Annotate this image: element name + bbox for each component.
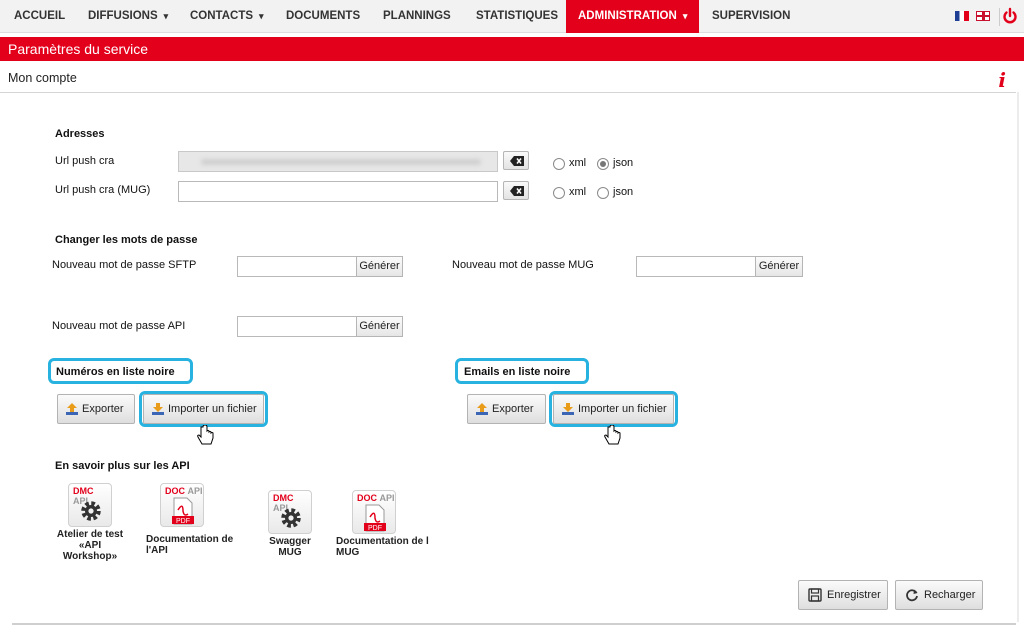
language-switcher bbox=[952, 11, 990, 22]
nav-diffusions[interactable]: DIFFUSIONS ▾ bbox=[88, 0, 168, 33]
page-title: Mon compte bbox=[8, 71, 77, 85]
mug-password-input[interactable] bbox=[636, 256, 756, 277]
redacted-value bbox=[201, 159, 481, 165]
upload-icon bbox=[66, 403, 78, 415]
format-xml-radio[interactable] bbox=[553, 187, 565, 199]
chevron-down-icon: ▾ bbox=[259, 11, 264, 21]
english-flag-icon[interactable] bbox=[976, 11, 990, 21]
api-tile-caption: Documentation de l'API bbox=[140, 534, 240, 556]
caption-line: Workshop» bbox=[62, 551, 118, 562]
mug-doc-tile[interactable]: DOC API PDF bbox=[352, 490, 396, 534]
pdf-badge: PDF bbox=[368, 525, 382, 532]
caption-line: MUG bbox=[336, 547, 360, 558]
download-icon bbox=[152, 403, 164, 415]
import-numbers-button[interactable]: Importer un fichier bbox=[143, 394, 264, 424]
footer-divider bbox=[12, 623, 1016, 625]
format-json-radio[interactable] bbox=[597, 158, 609, 170]
api-doc-tile[interactable]: DOC API PDF bbox=[160, 483, 204, 527]
top-navigation: ACCUEIL DIFFUSIONS ▾ CONTACTS ▾ DOCUMENTS … bbox=[0, 0, 1024, 33]
tile-tag: DOC bbox=[165, 486, 185, 496]
backspace-icon bbox=[510, 186, 524, 196]
section-title-bar: Paramètres du service bbox=[0, 37, 1024, 61]
api-heading: En savoir plus sur les API bbox=[55, 460, 190, 472]
format-xml-radio[interactable] bbox=[553, 158, 565, 170]
chevron-down-icon: ▾ bbox=[163, 11, 169, 21]
tile-tag: DMC bbox=[273, 493, 294, 503]
nav-divider bbox=[999, 8, 1000, 26]
pdf-icon: PDF bbox=[172, 497, 194, 525]
sftp-password-input[interactable] bbox=[237, 256, 357, 277]
api-tile-caption: Atelier de test «API Workshop» bbox=[50, 529, 130, 562]
api-tile-caption: Documentation de l MUG bbox=[330, 536, 440, 558]
caption-line: Documentation de l bbox=[336, 536, 429, 547]
generate-sftp-button[interactable]: Générer bbox=[356, 256, 403, 277]
french-flag-icon[interactable] bbox=[954, 11, 969, 21]
swagger-mug-tile[interactable]: DMC API bbox=[268, 490, 312, 534]
nav-supervision[interactable]: SUPERVISION bbox=[712, 0, 790, 33]
save-button[interactable]: Enregistrer bbox=[798, 580, 888, 610]
url-push-cra-input[interactable] bbox=[178, 151, 498, 172]
passwords-heading: Changer les mots de passe bbox=[55, 234, 198, 246]
tile-tag: API bbox=[187, 486, 203, 496]
url-push-cra-mug-input[interactable] bbox=[178, 181, 498, 202]
api-workshop-tile[interactable]: DMC API bbox=[68, 483, 112, 527]
info-icon[interactable]: i bbox=[998, 68, 1006, 92]
tile-tag: DMC bbox=[73, 486, 94, 496]
download-icon bbox=[562, 403, 574, 415]
upload-icon bbox=[476, 403, 488, 415]
caption-line: l'API bbox=[146, 545, 168, 556]
nav-administration[interactable]: ADMINISTRATION ▾ bbox=[566, 0, 700, 33]
gear-icon bbox=[281, 508, 301, 528]
nav-plannings[interactable]: PLANNINGS bbox=[383, 0, 451, 33]
nav-documents[interactable]: DOCUMENTS bbox=[286, 0, 360, 33]
sftp-password-label: Nouveau mot de passe SFTP bbox=[52, 259, 197, 271]
caption-line: Documentation de bbox=[146, 534, 234, 545]
caption-line: MUG bbox=[278, 547, 302, 558]
caption-line: «API bbox=[78, 540, 102, 551]
scroll-gutter bbox=[1017, 92, 1019, 622]
format-json-label: json bbox=[613, 157, 634, 169]
pdf-icon: PDF bbox=[364, 504, 386, 532]
gear-icon bbox=[81, 501, 101, 521]
chevron-down-icon: ▾ bbox=[682, 11, 688, 21]
blacklist-emails-heading: Emails en liste noire bbox=[464, 366, 571, 378]
export-numbers-button[interactable]: Exporter bbox=[57, 394, 135, 424]
addresses-heading: Adresses bbox=[55, 128, 105, 140]
power-icon[interactable] bbox=[1002, 7, 1018, 25]
clear-url-push-cra-mug-button[interactable] bbox=[503, 181, 529, 200]
nav-statistiques[interactable]: STATISTIQUES bbox=[476, 0, 558, 33]
divider bbox=[0, 92, 1016, 93]
api-tile-caption: Swagger MUG bbox=[255, 536, 325, 558]
export-emails-button[interactable]: Exporter bbox=[467, 394, 546, 424]
clear-url-push-cra-button[interactable] bbox=[503, 151, 529, 170]
format-json-radio[interactable] bbox=[597, 187, 609, 199]
section-title: Paramètres du service bbox=[8, 41, 149, 57]
generate-api-button[interactable]: Générer bbox=[356, 316, 403, 337]
url-push-cra-mug-label: Url push cra (MUG) bbox=[55, 184, 151, 196]
tile-tag: API bbox=[379, 493, 395, 503]
mug-password-label: Nouveau mot de passe MUG bbox=[452, 259, 594, 271]
tile-tag: DOC bbox=[357, 493, 377, 503]
api-password-input[interactable] bbox=[237, 316, 357, 337]
blacklist-numbers-heading: Numéros en liste noire bbox=[56, 366, 175, 378]
import-emails-button[interactable]: Importer un fichier bbox=[553, 394, 674, 424]
floppy-disk-icon bbox=[808, 588, 822, 602]
caption-line: Swagger bbox=[269, 536, 311, 547]
pdf-badge: PDF bbox=[176, 518, 190, 525]
backspace-icon bbox=[510, 156, 524, 166]
format-xml-label: xml bbox=[569, 157, 587, 169]
format-json-label: json bbox=[613, 186, 634, 198]
reload-button[interactable]: Recharger bbox=[895, 580, 983, 610]
hand-cursor-icon bbox=[604, 425, 621, 445]
api-password-label: Nouveau mot de passe API bbox=[52, 320, 186, 332]
refresh-icon bbox=[906, 589, 918, 602]
nav-contacts[interactable]: CONTACTS ▾ bbox=[190, 0, 264, 33]
generate-mug-button[interactable]: Générer bbox=[755, 256, 803, 277]
hand-cursor-icon bbox=[197, 425, 214, 445]
url-push-cra-label: Url push cra bbox=[55, 155, 115, 167]
caption-line: Atelier de test bbox=[56, 529, 124, 540]
format-xml-label: xml bbox=[569, 186, 587, 198]
nav-accueil[interactable]: ACCUEIL bbox=[14, 0, 65, 33]
